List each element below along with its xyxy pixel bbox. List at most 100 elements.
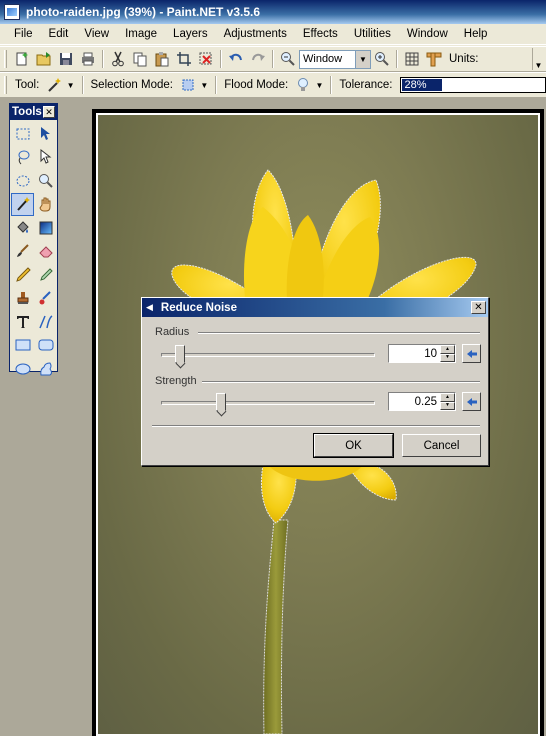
paste-button[interactable]	[151, 48, 173, 70]
strength-slider-thumb[interactable]	[216, 393, 226, 411]
radius-reset-button[interactable]	[462, 344, 481, 363]
menu-image[interactable]: Image	[117, 28, 165, 40]
rectangle-tool[interactable]	[11, 334, 34, 358]
radius-spinbox[interactable]: 10 ▲ ▼	[388, 344, 456, 363]
copy-button[interactable]	[129, 48, 151, 70]
text-tool[interactable]	[11, 310, 34, 334]
clone-stamp-tool[interactable]	[11, 287, 34, 311]
recolor-icon	[39, 291, 51, 305]
dialog-close-button[interactable]: ✕	[471, 301, 486, 314]
radius-slider-track[interactable]	[161, 353, 375, 357]
flood-mode-chevron-down-icon[interactable]: ▼	[316, 81, 324, 90]
new-image-button[interactable]	[11, 48, 33, 70]
toolbar-grip[interactable]	[4, 76, 7, 94]
ok-button[interactable]: OK	[313, 433, 394, 458]
radius-slider-thumb[interactable]	[175, 345, 185, 363]
line-curve-tool[interactable]	[34, 310, 57, 334]
flood-mode-button[interactable]	[292, 74, 313, 96]
deselect-button[interactable]	[195, 48, 217, 70]
text-t-icon	[16, 315, 29, 328]
ellipse-select-tool[interactable]	[11, 169, 34, 193]
strength-down-arrow-icon[interactable]: ▼	[440, 401, 455, 410]
ellipse-tool[interactable]	[11, 357, 34, 381]
crop-to-selection-button[interactable]	[173, 48, 195, 70]
zoom-tool[interactable]	[34, 169, 57, 193]
toolbar-overflow-chevron-icon[interactable]: ▼	[532, 48, 544, 70]
move-selection-tool[interactable]	[34, 146, 57, 170]
units-label: Units:	[449, 53, 479, 65]
gradient-tool[interactable]	[34, 216, 57, 240]
tolerance-label: Tolerance:	[339, 79, 393, 91]
print-button[interactable]	[77, 48, 99, 70]
tool-label: Tool:	[14, 79, 40, 91]
cut-button[interactable]	[107, 48, 129, 70]
printer-icon	[82, 52, 94, 66]
menu-help[interactable]: Help	[456, 28, 496, 40]
strength-up-arrow-icon[interactable]: ▲	[440, 393, 455, 402]
grid-toggle-button[interactable]	[401, 48, 423, 70]
selection-mode-label: Selection Mode:	[90, 79, 173, 91]
open-button[interactable]	[33, 48, 55, 70]
toolbar-separator	[215, 76, 218, 94]
zoom-in-button[interactable]	[371, 48, 393, 70]
tool-chevron-down-icon[interactable]: ▼	[67, 81, 75, 90]
radius-down-arrow-icon[interactable]: ▼	[440, 353, 455, 362]
dialog-titlebar[interactable]: ◀ Reduce Noise ✕	[142, 298, 488, 317]
move-pixels-arrow-icon	[40, 126, 50, 140]
strength-reset-button[interactable]	[462, 392, 481, 411]
freeform-shape-tool[interactable]	[34, 357, 57, 381]
freeform-shape-icon	[39, 362, 52, 376]
paintnet-app-icon	[4, 4, 20, 20]
rounded-rectangle-tool[interactable]	[34, 334, 57, 358]
menu-layers[interactable]: Layers	[165, 28, 216, 40]
paint-bucket-tool[interactable]	[11, 216, 34, 240]
title-bar[interactable]: photo-raiden.jpg (39%) - Paint.NET v3.5.…	[0, 0, 546, 24]
toolbar-separator	[81, 76, 84, 94]
menu-view[interactable]: View	[76, 28, 117, 40]
paintbrush-tool[interactable]	[11, 240, 34, 264]
eraser-tool[interactable]	[34, 240, 57, 264]
zoom-out-button[interactable]	[277, 48, 299, 70]
color-picker-tool[interactable]	[34, 263, 57, 287]
rectangle-select-icon	[16, 128, 29, 140]
undo-button[interactable]	[225, 48, 247, 70]
toolbar-grip[interactable]	[4, 50, 7, 68]
pan-tool[interactable]	[34, 193, 57, 217]
move-selected-pixels-tool[interactable]	[34, 122, 57, 146]
menu-effects[interactable]: Effects	[295, 28, 346, 40]
tools-window-titlebar[interactable]: Tools ✕	[10, 104, 57, 120]
tools-grid	[10, 120, 57, 381]
crop-icon	[177, 52, 191, 66]
tool-chooser-button[interactable]	[43, 74, 64, 96]
pencil-tool[interactable]	[11, 263, 34, 287]
menu-edit[interactable]: Edit	[41, 28, 77, 40]
strength-slider-track[interactable]	[161, 401, 375, 405]
menu-adjustments[interactable]: Adjustments	[216, 28, 295, 40]
save-button[interactable]	[55, 48, 77, 70]
menu-file[interactable]: File	[6, 28, 41, 40]
lasso-select-tool[interactable]	[11, 146, 34, 170]
tolerance-value: 28%	[404, 79, 427, 91]
tolerance-slider[interactable]: 28%	[400, 77, 546, 93]
selection-mode-chevron-down-icon[interactable]: ▼	[200, 81, 208, 90]
zoom-value: Window	[303, 53, 343, 65]
radius-spin-buttons: ▲ ▼	[440, 345, 455, 362]
rulers-toggle-button[interactable]	[423, 48, 445, 70]
radius-group-line	[198, 332, 480, 334]
redo-button[interactable]	[247, 48, 269, 70]
recolor-tool[interactable]	[34, 287, 57, 311]
cancel-button[interactable]: Cancel	[402, 434, 481, 457]
selection-mode-button[interactable]	[177, 74, 198, 96]
tools-close-button[interactable]: ✕	[43, 106, 55, 118]
selection-mode-replace-icon	[182, 79, 194, 91]
rectangle-select-tool[interactable]	[11, 122, 34, 146]
flood-mode-label: Flood Mode:	[224, 79, 289, 91]
strength-spinbox[interactable]: 0.25 ▲ ▼	[388, 392, 456, 411]
radius-up-arrow-icon[interactable]: ▲	[440, 345, 455, 354]
chevron-down-icon[interactable]: ▼	[355, 50, 370, 68]
menu-utilities[interactable]: Utilities	[346, 28, 399, 40]
magic-wand-tool[interactable]	[11, 192, 34, 216]
menu-window[interactable]: Window	[399, 28, 456, 40]
zoom-dropdown[interactable]: Window ▼	[299, 49, 371, 69]
save-disk-icon	[60, 53, 72, 65]
